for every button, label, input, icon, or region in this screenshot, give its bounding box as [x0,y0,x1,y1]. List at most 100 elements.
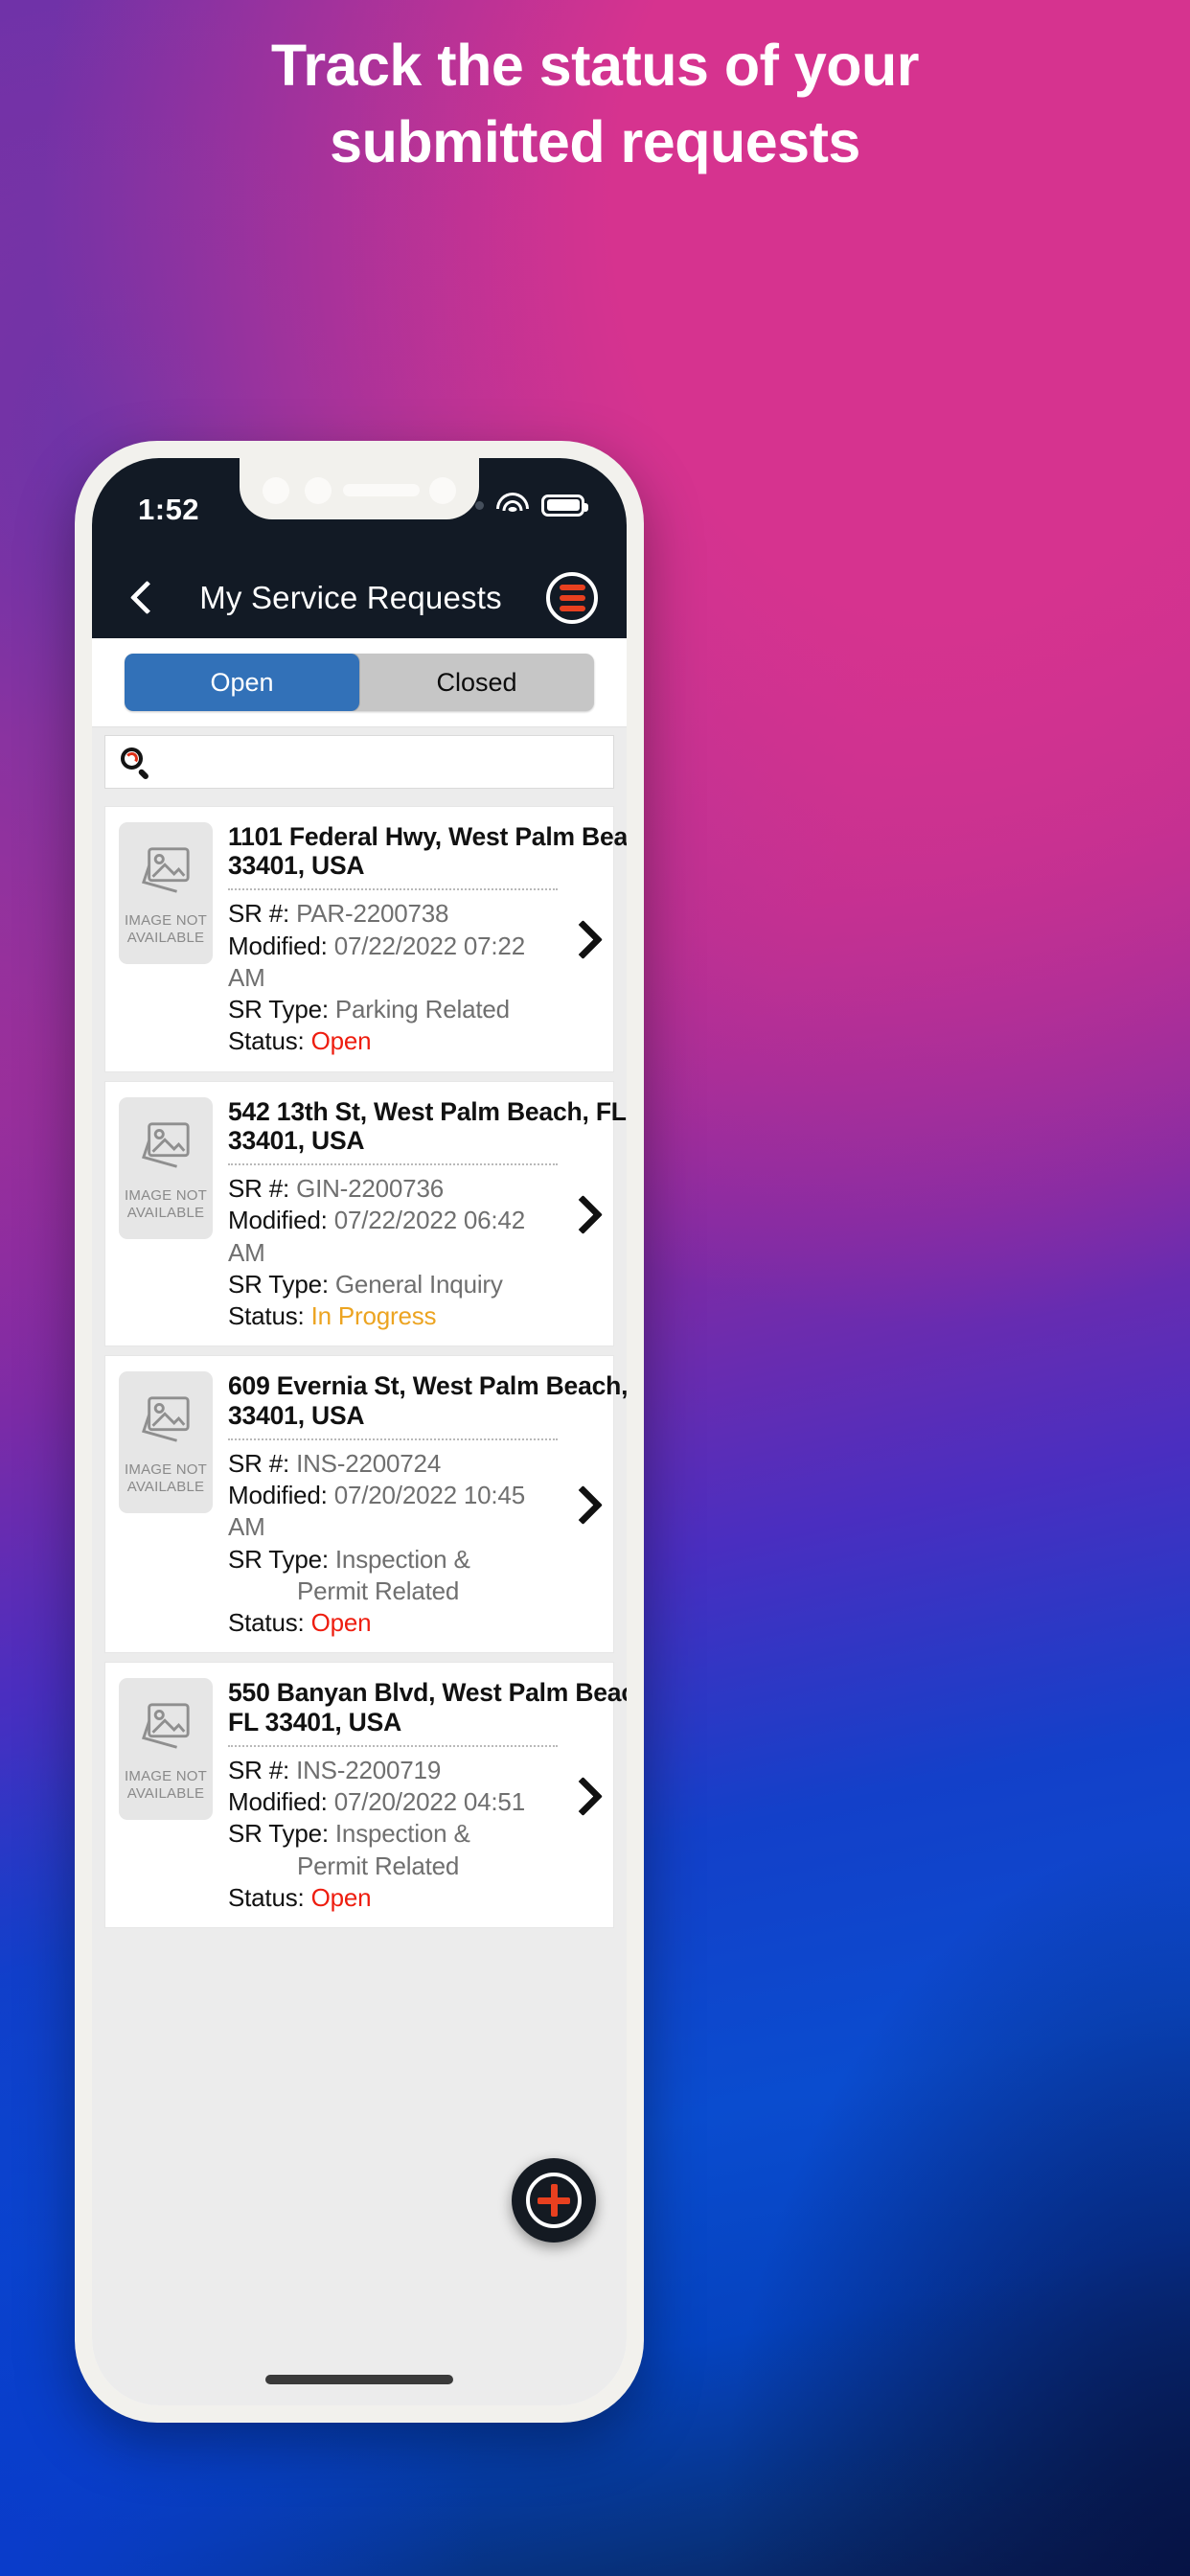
status-badge: In Progress [310,1301,437,1331]
search-bar-container [92,726,627,797]
search-icon [121,748,150,780]
sr-type-row: SR Type: Parking Related [228,994,558,1025]
modified-label: Modified: [228,1787,328,1817]
sr-number-label: SR #: [228,1174,290,1204]
modified-label: Modified: [228,1206,328,1235]
sr-type-value: Inspection & [334,1544,470,1574]
modified-row: Modified: 07/20/2022 04:51 [228,1786,558,1818]
sr-type-label: SR Type: [228,1269,329,1299]
divider [228,1438,558,1440]
list-item-body: 542 13th St, West Palm Beach, FL 33401, … [213,1097,627,1333]
search-input[interactable] [159,748,598,775]
chevron-right-icon[interactable] [561,1678,604,1914]
modified-label: Modified: [228,1481,328,1510]
thumb-caption-line-2: AVAILABLE [126,1479,205,1496]
address-line-1: 1101 Federal Hwy, West Palm Beach, FL [228,822,627,851]
chevron-right-icon[interactable] [561,822,604,1058]
modified-row: Modified: 07/22/2022 06:42 AM [228,1205,558,1269]
tab-bar: Open Closed [92,638,627,726]
sr-number-label: SR #: [228,1448,290,1478]
hamburger-menu-icon[interactable] [546,572,598,624]
service-request-address: 542 13th St, West Palm Beach, FL 33401, … [228,1097,627,1155]
status-label: Status: [228,1301,305,1331]
thumb-caption-line-1: IMAGE NOT [125,912,207,929]
sr-number-value: PAR-2200738 [296,899,449,929]
search-box[interactable] [104,735,614,789]
status-row: Status: In Progress [228,1300,558,1332]
sensor-icon [263,477,289,504]
sr-number-row: SR #: GIN-2200736 [228,1173,558,1205]
sr-type-value: Parking Related [334,995,510,1024]
sr-number-label: SR #: [228,1755,290,1784]
status-badge: Open [310,1608,372,1638]
list-item[interactable]: IMAGE NOT AVAILABLE 609 Evernia St, West… [104,1355,627,1654]
wifi-icon [496,493,529,518]
thumb-caption-line-2: AVAILABLE [126,930,205,946]
headline-line-1: Track the status of your [270,33,920,98]
status-label: Status: [228,1026,305,1056]
divider [228,1744,558,1747]
service-request-address: 1101 Federal Hwy, West Palm Beach, FL 33… [228,822,627,881]
status-label: Status: [228,1882,305,1912]
sr-number-value: INS-2200724 [296,1448,442,1478]
list-item[interactable]: IMAGE NOT AVAILABLE 550 Banyan Blvd, Wes… [104,1662,627,1929]
back-chevron-icon[interactable] [123,579,161,617]
sr-number-value: INS-2200719 [296,1755,442,1784]
modified-row: Modified: 07/22/2022 07:22 AM [228,931,558,995]
status-row: Status: Open [228,1882,558,1914]
sr-number-label: SR #: [228,899,290,929]
thumb-caption-line-2: AVAILABLE [126,1204,205,1221]
image-placeholder-icon: IMAGE NOT AVAILABLE [119,822,213,964]
address-line-2: 33401, USA [228,851,365,881]
sr-type-value-2: Permit Related [297,1576,460,1605]
thumb-caption-line-1: IMAGE NOT [125,1186,207,1204]
image-placeholder-icon: IMAGE NOT AVAILABLE [119,1678,213,1821]
sr-type-value-2: Permit Related [297,1851,460,1880]
sr-type-value: Inspection & [334,1819,470,1849]
home-indicator[interactable] [265,2375,453,2384]
address-line-1: 609 Evernia St, West Palm Beach, FL [228,1371,627,1401]
tab-closed[interactable]: Closed [359,654,594,711]
status-badge: Open [310,1026,372,1056]
image-placeholder-icon: IMAGE NOT AVAILABLE [119,1371,213,1514]
list-item[interactable]: IMAGE NOT AVAILABLE 542 13th St, West Pa… [104,1080,627,1347]
chevron-right-icon[interactable] [561,1097,604,1333]
sr-type-row: SR Type: General Inquiry [228,1269,558,1300]
status-badge: Open [310,1882,372,1912]
sr-type-label: SR Type: [228,1544,329,1574]
camera-icon [305,477,332,504]
address-line-2: 33401, USA [228,1400,365,1430]
status-row: Status: Open [228,1025,558,1057]
sr-number-row: SR #: INS-2200724 [228,1448,558,1480]
sr-type-label: SR Type: [228,1819,329,1849]
sr-type-value: General Inquiry [334,1269,503,1299]
list-item-body: 609 Evernia St, West Palm Beach, FL 3340… [213,1371,627,1639]
modified-value: 07/20/2022 04:51 [333,1787,525,1817]
list-item-body: 1101 Federal Hwy, West Palm Beach, FL 33… [213,822,627,1058]
battery-icon [541,494,588,517]
add-plus-icon[interactable] [512,2158,596,2242]
image-placeholder-icon: IMAGE NOT AVAILABLE [119,1096,213,1239]
face-id-icon [429,477,456,504]
modified-label: Modified: [228,931,328,960]
divider [228,888,558,891]
speaker-icon [343,484,420,496]
phone-notch [240,458,479,519]
address-line-2: FL 33401, USA [228,1707,402,1736]
tab-open[interactable]: Open [125,654,359,711]
list-item[interactable]: IMAGE NOT AVAILABLE 1101 Federal Hwy, We… [104,806,627,1072]
status-bar-time: 1:52 [138,493,200,526]
app-title: My Service Requests [199,580,502,615]
thumb-caption-line-2: AVAILABLE [126,1785,205,1803]
chevron-right-icon[interactable] [561,1371,604,1639]
sr-type-row: SR Type: Inspection & Permit Related [228,1818,558,1882]
status-row: Status: Open [228,1607,558,1639]
service-request-address: 609 Evernia St, West Palm Beach, FL 3340… [228,1371,627,1430]
tab-segment-control: Open Closed [125,654,594,711]
phone-mockup: 1:52 My Service Requests Open Closed IMA… [75,441,644,2423]
sr-type-label: SR Type: [228,995,329,1024]
page-title: Track the status of your submitted reque… [0,34,1190,172]
modified-row: Modified: 07/20/2022 10:45 AM [228,1480,558,1544]
sr-number-row: SR #: PAR-2200738 [228,898,558,930]
divider [228,1163,558,1166]
